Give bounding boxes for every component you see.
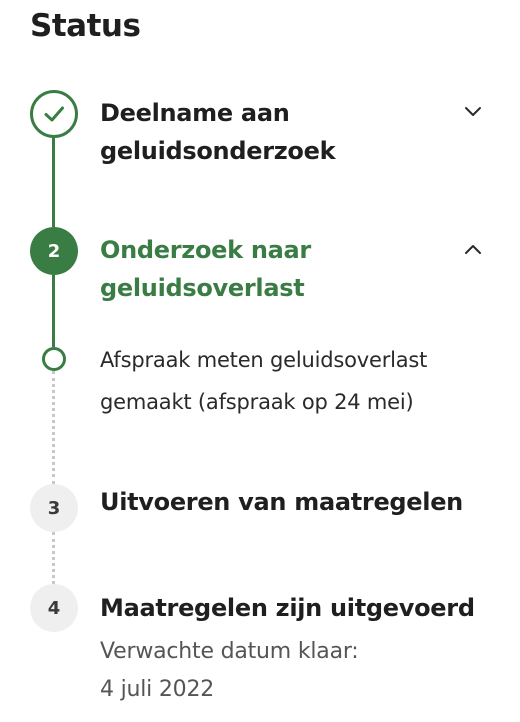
step-2-number: 2 bbox=[47, 240, 61, 262]
step-4-title: Maatregelen zijn uitgevoerd bbox=[100, 594, 475, 622]
step-3-marker: 3 bbox=[30, 484, 78, 532]
step-4-subtitle-line2: 4 juli 2022 bbox=[100, 677, 215, 702]
progress-line-active bbox=[52, 275, 55, 347]
chevron-up-icon[interactable] bbox=[462, 238, 484, 260]
step-4-marker: 4 bbox=[30, 584, 78, 632]
page-title: Status bbox=[30, 8, 141, 44]
step-1-marker bbox=[30, 90, 78, 138]
step-1-title-line1: Deelname aan bbox=[100, 99, 290, 127]
progress-line-completed bbox=[52, 138, 55, 227]
step-2-title-line2: geluidsoverlast bbox=[100, 274, 305, 302]
progress-line-pending bbox=[52, 532, 55, 584]
step-2-marker: 2 bbox=[30, 227, 78, 275]
step-1-title-line2: geluidsonderzoek bbox=[100, 137, 336, 165]
chevron-down-icon[interactable] bbox=[462, 101, 484, 123]
step-3-title: Uitvoeren van maatregelen bbox=[100, 488, 463, 516]
substep-text-line1: Afspraak meten geluidsoverlast bbox=[100, 348, 428, 372]
step-4-subtitle-line1: Verwachte datum klaar: bbox=[100, 639, 359, 664]
step-3-number: 3 bbox=[47, 497, 61, 519]
substep-marker bbox=[42, 347, 66, 371]
step-4-number: 4 bbox=[47, 597, 61, 619]
progress-line-pending bbox=[52, 371, 55, 484]
step-2-title-line1: Onderzoek naar bbox=[100, 236, 311, 264]
check-icon bbox=[44, 106, 64, 122]
substep-text-line2: gemaakt (afspraak op 24 mei) bbox=[100, 390, 414, 414]
